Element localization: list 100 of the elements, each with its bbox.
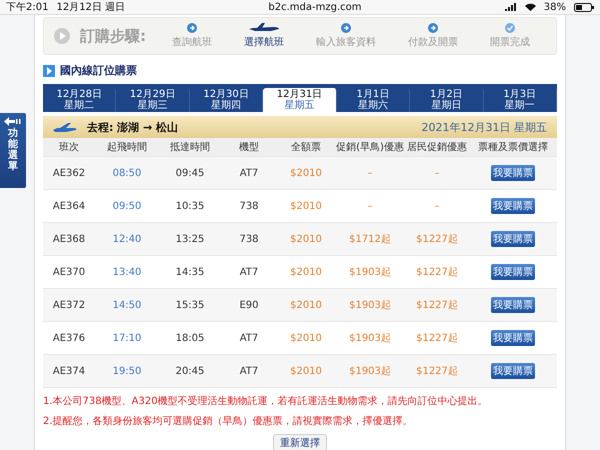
aircraft-type: 738	[238, 234, 260, 244]
departure-time: 13:40	[112, 266, 142, 278]
tab-date: 12月28日	[56, 89, 102, 100]
column-header: 居民促銷優惠	[406, 140, 468, 154]
buy-ticket-button[interactable]: 我要購票	[491, 330, 535, 346]
buy-ticket-button[interactable]: 我要購票	[491, 264, 535, 280]
step-label: 開票完成	[490, 36, 530, 49]
departure-time: 19:50	[112, 366, 142, 376]
arrival-time: 14:35	[174, 266, 206, 278]
column-header: 起飛時間	[106, 140, 148, 154]
aircraft-type: AT7	[238, 168, 260, 178]
flight-number: AE372	[52, 300, 86, 310]
tab-weekday: 星期三	[138, 100, 168, 111]
early-bird-fare: –	[366, 200, 374, 212]
early-bird-fare: $1712起	[348, 232, 392, 246]
tab-date: 1月2日	[430, 89, 463, 100]
wifi-icon	[524, 3, 536, 11]
buy-ticket-button[interactable]: 我要購票	[491, 198, 535, 214]
arrival-time: 13:25	[174, 234, 206, 244]
early-bird-fare: $1903起	[348, 332, 392, 345]
tab-weekday: 星期日	[431, 100, 462, 111]
full-fare: $2010	[289, 366, 323, 376]
flight-number: AE362	[52, 168, 86, 178]
play-icon	[54, 28, 70, 44]
arrival-time: 09:45	[174, 168, 206, 178]
arrival-time: 20:45	[174, 366, 206, 376]
tab-date: 1月1日	[356, 89, 390, 100]
steps-title: 訂購步驟:	[80, 26, 146, 46]
full-fare: $2010	[289, 332, 323, 344]
departure-time: 12:40	[112, 234, 142, 244]
flight-number: AE364	[52, 200, 86, 212]
tab-date: 1月3日	[503, 89, 536, 100]
flight-number: AE374	[52, 366, 86, 376]
column-header: 促銷(早鳥)優惠	[335, 140, 405, 154]
early-bird-fare: –	[366, 168, 374, 178]
departure-time: 09:50	[112, 200, 142, 212]
tab-date: 12月31日	[276, 89, 322, 100]
status-time: 下午2:01	[6, 1, 48, 14]
aircraft-type: E90	[238, 300, 260, 310]
aircraft-type: AT7	[238, 266, 260, 278]
full-fare: $2010	[289, 168, 323, 178]
full-fare: $2010	[289, 266, 323, 278]
arrow-left-icon	[4, 117, 22, 126]
aircraft-type: 738	[238, 200, 260, 212]
buy-ticket-button[interactable]: 我要購票	[491, 363, 535, 379]
arrival-time: 10:35	[174, 200, 206, 212]
note-text: 1.本公司738機型、A320機型不受理活生動物託運，若有託運活生動物需求，請先向訂位中心提出。	[43, 394, 489, 408]
resident-fare: $1227起	[415, 364, 459, 378]
route-label: 去程: 澎湖 → 松山	[87, 120, 180, 134]
full-fare: $2010	[289, 200, 323, 212]
step-label: 付款及開票	[408, 36, 458, 49]
status-date: 12月12日 週日	[56, 1, 126, 14]
resident-fare: $1227起	[415, 266, 459, 279]
tab-weekday: 星期六	[358, 100, 388, 111]
column-header: 票種及票價選擇	[477, 141, 549, 154]
address-bar[interactable]: b2c.mda-mzg.com	[133, 2, 497, 12]
tab-weekday: 星期四	[211, 100, 242, 111]
column-header: 全額票	[290, 140, 322, 154]
departure-time: 08:50	[112, 168, 142, 178]
airplane-icon	[53, 122, 77, 132]
departure-time: 17:10	[112, 332, 142, 344]
step-label: 查詢航班	[172, 36, 212, 49]
early-bird-fare: $1903起	[348, 364, 392, 378]
departure-time: 14:50	[112, 300, 142, 310]
route-date: 2021年12月31日 星期五	[422, 120, 547, 134]
battery-percent: 38%	[544, 2, 566, 12]
signal-icon	[504, 3, 517, 11]
full-fare: $2010	[289, 300, 323, 310]
arrow-square-icon	[43, 64, 55, 76]
flight-number: AE368	[52, 234, 86, 244]
full-fare: $2010	[289, 234, 323, 244]
resident-fare: –	[434, 200, 440, 212]
resident-fare: $1227起	[415, 298, 459, 312]
buy-ticket-button[interactable]: 我要購票	[491, 231, 535, 247]
resident-fare: $1227起	[415, 332, 459, 345]
tab-weekday: 星期五	[284, 100, 314, 111]
aircraft-type: AT7	[238, 332, 260, 344]
buy-ticket-button[interactable]: 我要購票	[491, 297, 535, 313]
buy-ticket-button[interactable]: 我要購票	[491, 165, 535, 181]
date-tab[interactable]: 12月31日 星期五	[263, 88, 337, 112]
column-header: 抵達時間	[169, 140, 211, 154]
section-title: 國內線訂位購票	[60, 63, 137, 78]
reset-button[interactable]: 重新選擇	[273, 434, 327, 450]
tab-weekday: 星期一	[504, 100, 535, 111]
side-menu-tab[interactable]: 功能選單	[0, 113, 26, 188]
arrival-time: 15:35	[174, 300, 206, 310]
tab-date: 12月29日	[130, 89, 176, 100]
aircraft-type: AT7	[238, 366, 260, 376]
note-text: 2.提醒您，各類身份旅客均可選購促銷（早鳥）優惠票，請視實際需求，擇優選擇。	[43, 414, 414, 428]
flight-number: AE370	[52, 266, 86, 278]
step-label: 輸入旅客資料	[316, 36, 376, 49]
column-header: 機型	[238, 140, 260, 154]
tab-date: 12月30日	[203, 89, 249, 100]
early-bird-fare: $1903起	[348, 298, 392, 312]
tab-weekday: 星期二	[64, 100, 94, 111]
column-header: 班次	[58, 140, 80, 154]
flight-number: AE376	[52, 332, 86, 344]
arrival-time: 18:05	[174, 332, 206, 344]
resident-fare: –	[434, 168, 440, 178]
battery-icon	[574, 2, 594, 12]
